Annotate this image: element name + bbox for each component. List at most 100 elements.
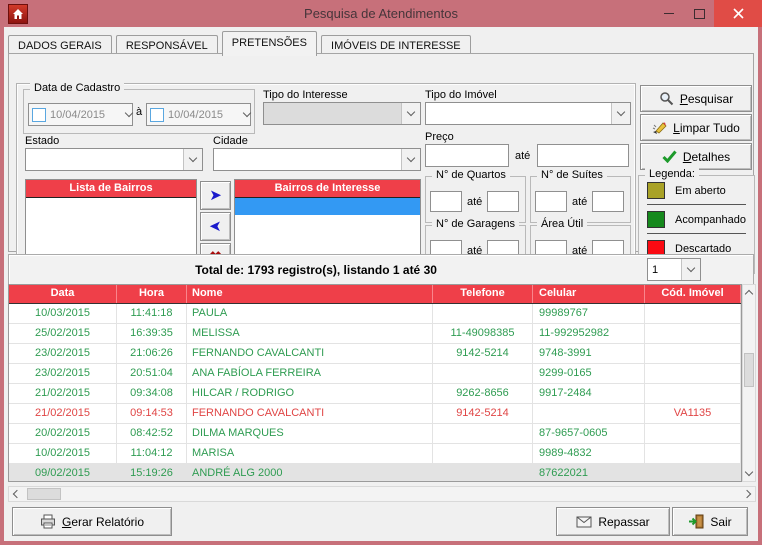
sair-button[interactable]: Sair <box>672 507 748 536</box>
gerar-relatorio-button[interactable]: Gerar Relatório <box>12 507 172 536</box>
add-bairro-button[interactable]: ➤ <box>200 181 231 210</box>
table-row[interactable]: 21/02/201509:34:08HILCAR / RODRIGO9262-8… <box>9 384 741 404</box>
dropdown-arrow-button[interactable] <box>401 103 420 124</box>
table-row[interactable]: 21/02/201509:14:53FERNANDO CAVALCANTI914… <box>9 404 741 424</box>
cell-nome: ANA FABÍOLA FERREIRA <box>187 364 433 384</box>
cell-hora: 20:51:04 <box>117 364 187 384</box>
table-row[interactable]: 25/02/201516:39:35MELISSA11-4909838511-9… <box>9 324 741 344</box>
table-row[interactable]: 09/02/201515:19:26ANDRÉ ALG 200087622021 <box>9 464 741 482</box>
vscroll-thumb[interactable] <box>744 353 754 387</box>
page-select[interactable]: 1 <box>647 258 701 281</box>
scroll-left-button[interactable] <box>9 487 25 501</box>
cell-nome: FERNANDO CAVALCANTI <box>187 404 433 424</box>
cell-telefone: 9142-5214 <box>433 344 533 364</box>
cell-data: 20/02/2015 <box>9 424 117 444</box>
suites-to-input[interactable] <box>592 191 624 212</box>
cell-hora: 09:34:08 <box>117 384 187 404</box>
cell-cod <box>645 324 741 344</box>
quartos-to-input[interactable] <box>487 191 519 212</box>
cell-data: 09/02/2015 <box>9 464 117 482</box>
table-row[interactable]: 20/02/201508:42:52DILMA MARQUES87-9657-0… <box>9 424 741 444</box>
em-aberto-swatch <box>647 182 665 199</box>
remove-bairro-button[interactable]: ➤ <box>200 212 231 241</box>
cell-hora: 09:14:53 <box>117 404 187 424</box>
lista-bairros-body[interactable] <box>26 198 196 256</box>
table-hscrollbar[interactable] <box>8 486 756 502</box>
results-table: Data Hora Nome Telefone Celular Cód. Imó… <box>8 284 742 482</box>
date-to-combo[interactable]: 10/04/2015 <box>146 103 251 126</box>
col-header-data[interactable]: Data <box>9 285 117 303</box>
cell-nome: FERNANDO CAVALCANTI <box>187 344 433 364</box>
hscroll-thumb[interactable] <box>27 488 61 500</box>
chevron-down-icon <box>125 109 133 117</box>
table-vscrollbar[interactable] <box>742 284 756 482</box>
tipo-imovel-select[interactable] <box>425 102 631 125</box>
quartos-from-input[interactable] <box>430 191 462 212</box>
close-button[interactable] <box>714 0 762 27</box>
estado-label: Estado <box>25 135 59 147</box>
eraser-pencil-icon <box>652 120 667 135</box>
cell-hora: 15:19:26 <box>117 464 187 482</box>
cell-nome: PAULA <box>187 304 433 324</box>
cell-celular: 87622021 <box>533 464 645 482</box>
date-range-a-label: à <box>136 106 142 118</box>
date-from-combo[interactable]: 10/04/2015 <box>28 103 133 126</box>
suites-from-input[interactable] <box>535 191 567 212</box>
selected-row-highlight[interactable] <box>235 198 420 215</box>
col-header-telefone[interactable]: Telefone <box>433 285 533 303</box>
cell-cod <box>645 464 741 482</box>
cell-celular: 9299-0165 <box>533 364 645 384</box>
cell-telefone: 11-49098385 <box>433 324 533 344</box>
quartos-label: N° de Quartos <box>432 169 510 181</box>
cell-telefone <box>433 424 533 444</box>
table-row[interactable]: 23/02/201521:06:26FERNANDO CAVALCANTI914… <box>9 344 741 364</box>
scroll-right-button[interactable] <box>739 487 755 501</box>
dropdown-arrow-button[interactable] <box>611 103 630 124</box>
cell-hora: 16:39:35 <box>117 324 187 344</box>
repassar-button[interactable]: Repassar <box>556 507 670 536</box>
cell-data: 10/02/2015 <box>9 444 117 464</box>
search-icon <box>659 91 674 106</box>
date-from-checkbox[interactable] <box>32 108 46 122</box>
preco-from-input[interactable] <box>425 144 509 167</box>
dropdown-arrow-button[interactable] <box>401 149 420 170</box>
limpar-tudo-button[interactable]: Limpar Tudo <box>640 114 752 141</box>
tab-pretensoes[interactable]: PRETENSÕES <box>222 31 317 56</box>
col-header-nome[interactable]: Nome <box>187 285 433 303</box>
titlebar: Pesquisa de Atendimentos <box>0 0 762 27</box>
preco-to-input[interactable] <box>537 144 629 167</box>
cell-nome: HILCAR / RODRIGO <box>187 384 433 404</box>
detalhes-button[interactable]: Detalhes <box>640 143 752 170</box>
cell-cod <box>645 364 741 384</box>
table-row[interactable]: 23/02/201520:51:04ANA FABÍOLA FERREIRA92… <box>9 364 741 384</box>
col-header-celular[interactable]: Celular <box>533 285 645 303</box>
preco-ate-label: até <box>515 150 530 162</box>
cell-celular: 9989-4832 <box>533 444 645 464</box>
col-header-hora[interactable]: Hora <box>117 285 187 303</box>
scroll-up-button[interactable] <box>743 285 755 300</box>
table-row[interactable]: 10/02/201511:04:12MARISA9989-4832 <box>9 444 741 464</box>
date-to-checkbox[interactable] <box>150 108 164 122</box>
tipo-interesse-select[interactable] <box>263 102 421 125</box>
cidade-select[interactable] <box>213 148 421 171</box>
scroll-down-button[interactable] <box>743 466 755 481</box>
pesquisar-button[interactable]: Pesquisar <box>640 85 752 112</box>
data-cadastro-label: Data de Cadastro <box>30 82 124 94</box>
cell-data: 21/02/2015 <box>9 404 117 424</box>
bairros-interesse-body[interactable] <box>235 198 420 256</box>
dropdown-arrow-button[interactable] <box>681 259 700 280</box>
maximize-button[interactable] <box>684 0 714 27</box>
col-header-cod-imovel[interactable]: Cód. Imóvel <box>645 285 741 303</box>
suites-groupbox: N° de Suítes até <box>530 176 631 223</box>
cell-data: 10/03/2015 <box>9 304 117 324</box>
cell-cod <box>645 384 741 404</box>
estado-select[interactable] <box>25 148 203 171</box>
minimize-button[interactable] <box>654 0 684 27</box>
filters-panel: Data de Cadastro 10/04/2015 à 10/04/2015… <box>16 83 636 274</box>
cell-celular: 87-9657-0605 <box>533 424 645 444</box>
window-body: DADOS GERAIS RESPONSÁVEL PRETENSÕES IMÓV… <box>4 27 758 541</box>
cell-celular: 99989767 <box>533 304 645 324</box>
table-row[interactable]: 10/03/201511:41:18PAULA99989767 <box>9 304 741 324</box>
dropdown-arrow-button[interactable] <box>183 149 202 170</box>
lista-bairros-header: Lista de Bairros <box>26 180 196 198</box>
